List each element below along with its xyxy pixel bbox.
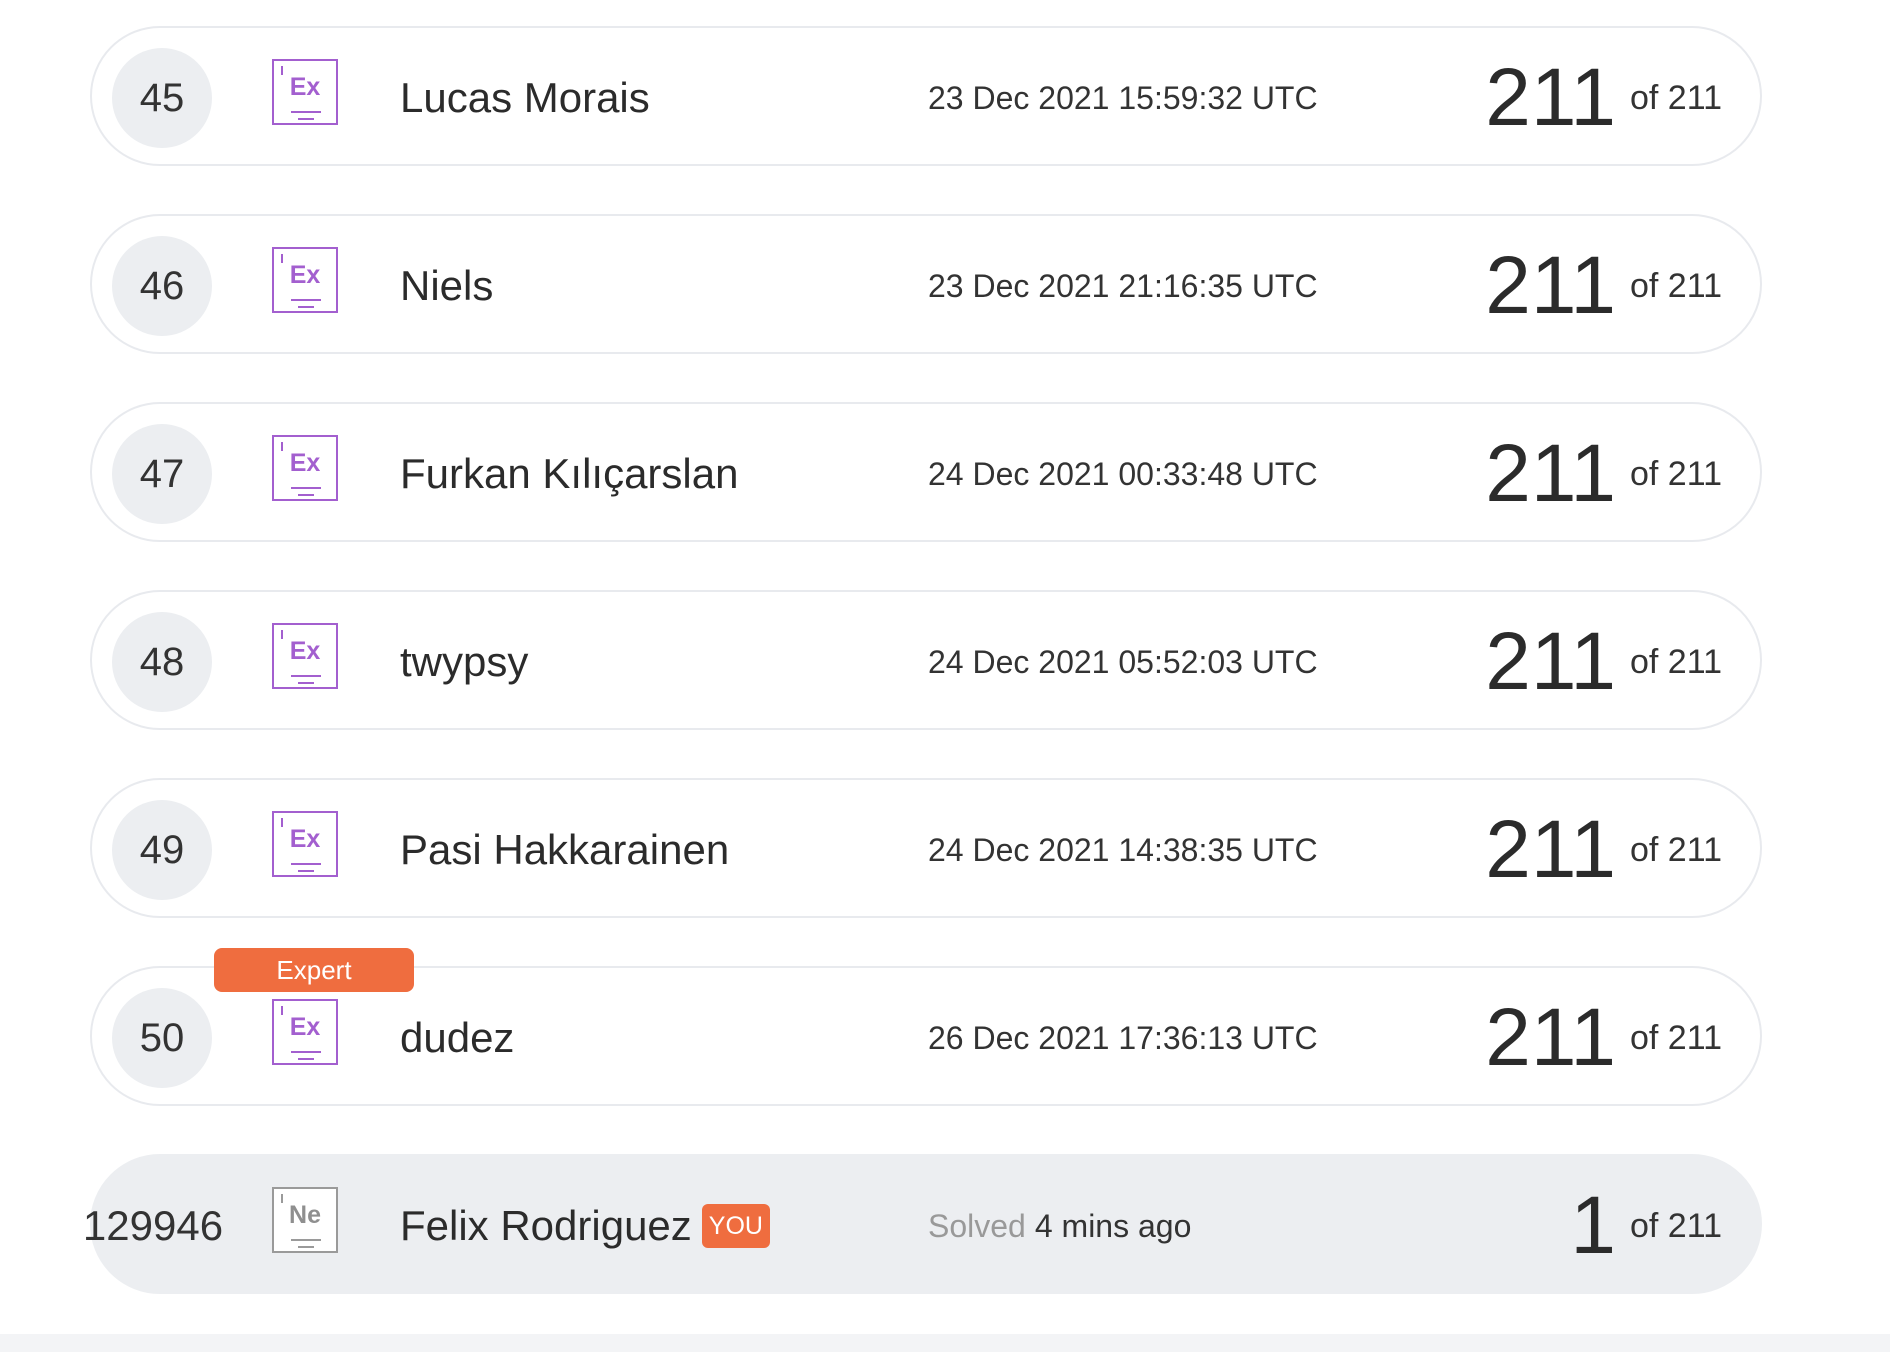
novice-level-icon: Ne <box>272 1187 338 1253</box>
leaderboard-row-48[interactable]: 48 Ex twypsy 24 Dec 2021 05:52:03 UTC 21… <box>90 590 1762 730</box>
score-value: 211 <box>1485 804 1616 895</box>
solved-timestamp: 23 Dec 2021 21:16:35 UTC <box>928 267 1318 304</box>
rank-badge: 50 <box>112 988 212 1088</box>
rank-badge: 47 <box>112 424 212 524</box>
user-name-link[interactable]: twypsy <box>400 636 528 688</box>
current-user-score: 1 of 211 <box>1570 1178 1722 1274</box>
score: 211 of 211 <box>1485 50 1722 146</box>
page-bottom-band <box>0 1334 1890 1352</box>
score: 211 of 211 <box>1485 426 1722 522</box>
level-abbreviation: Ex <box>289 825 321 853</box>
solved-timestamp: 26 Dec 2021 17:36:13 UTC <box>928 1019 1318 1056</box>
leaderboard-page: 45 Ex Lucas Morais 23 Dec 2021 15:59:32 … <box>0 0 1890 1352</box>
current-user-row[interactable]: 129946 Ne Felix Rodriguez YOU Solved 4 m… <box>82 1154 1762 1294</box>
level-icon-line <box>291 299 321 301</box>
score-value: 211 <box>1485 52 1616 143</box>
rank-badge: 48 <box>112 612 212 712</box>
user-name-link[interactable]: Niels <box>400 260 493 312</box>
score-total: of 211 <box>1629 642 1722 681</box>
solved-timestamp: 24 Dec 2021 00:33:48 UTC <box>928 455 1318 492</box>
score-total: of 211 <box>1629 266 1722 305</box>
leaderboard-row-49[interactable]: 49 Ex Pasi Hakkarainen 24 Dec 2021 14:38… <box>90 778 1762 918</box>
level-abbreviation: Ex <box>289 637 321 665</box>
level-icon-line-short <box>298 682 314 684</box>
level-abbreviation: Ex <box>289 1013 321 1041</box>
solved-status: Solved 4 mins ago <box>928 1204 1191 1248</box>
score-value: 211 <box>1485 992 1616 1083</box>
leaderboard-row-47[interactable]: 47 Ex Furkan Kılıçarslan 24 Dec 2021 00:… <box>90 402 1762 542</box>
score-value: 211 <box>1485 616 1616 707</box>
leaderboard-list: 45 Ex Lucas Morais 23 Dec 2021 15:59:32 … <box>82 26 1762 1342</box>
solved-timestamp: 24 Dec 2021 14:38:35 UTC <box>928 831 1318 868</box>
current-user-rank: 129946 <box>82 1202 224 1249</box>
level-abbreviation: Ex <box>289 73 321 101</box>
solved-timestamp: 24 Dec 2021 05:52:03 UTC <box>928 643 1318 680</box>
solved-timestamp: 23 Dec 2021 15:59:32 UTC <box>928 79 1318 116</box>
expert-level-icon: Ex <box>272 811 338 877</box>
level-icon-line <box>291 111 321 113</box>
solved-relative-time: 4 mins ago <box>1034 1207 1192 1244</box>
score-value: 211 <box>1485 240 1616 331</box>
score: 211 of 211 <box>1485 802 1722 898</box>
leaderboard-row-45[interactable]: 45 Ex Lucas Morais 23 Dec 2021 15:59:32 … <box>90 26 1762 166</box>
expert-level-tooltip: Expert <box>214 948 414 992</box>
level-icon-line <box>291 487 321 489</box>
level-abbreviation: Ex <box>289 261 321 289</box>
user-name-link[interactable]: Lucas Morais <box>400 72 650 124</box>
level-icon-line <box>291 1239 321 1241</box>
score: 211 of 211 <box>1485 614 1722 710</box>
level-abbreviation: Ex <box>289 449 321 477</box>
score-total: of 211 <box>1629 1206 1722 1245</box>
score: 211 of 211 <box>1485 990 1722 1086</box>
user-name-link[interactable]: Furkan Kılıçarslan <box>400 448 738 500</box>
level-abbreviation: Ne <box>289 1201 321 1229</box>
rank-badge: 46 <box>112 236 212 336</box>
expert-level-icon: Ex <box>272 435 338 501</box>
expert-level-icon: Ex <box>272 59 338 125</box>
rank-badge: 45 <box>112 48 212 148</box>
score-total: of 211 <box>1629 454 1722 493</box>
expert-level-icon[interactable]: Ex <box>272 999 338 1065</box>
user-name-link[interactable]: Pasi Hakkarainen <box>400 824 729 876</box>
leaderboard-row-50[interactable]: Expert 50 Ex dudez 26 Dec 2021 17:36:13 … <box>90 948 1762 1106</box>
score-total: of 211 <box>1629 1018 1722 1057</box>
current-user-name[interactable]: Felix Rodriguez YOU <box>400 1200 770 1252</box>
score-value: 1 <box>1570 1180 1616 1271</box>
level-icon-line-short <box>298 870 314 872</box>
expert-level-icon: Ex <box>272 247 338 313</box>
score-value: 211 <box>1485 428 1616 519</box>
level-icon-line-short <box>298 118 314 120</box>
level-icon-line <box>291 675 321 677</box>
score-total: of 211 <box>1629 830 1722 869</box>
current-user-name-text[interactable]: Felix Rodriguez <box>400 1202 692 1250</box>
level-icon-line <box>291 863 321 865</box>
you-badge: YOU <box>701 1204 770 1248</box>
expert-level-icon: Ex <box>272 623 338 689</box>
rank-badge: 49 <box>112 800 212 900</box>
level-icon-line-short <box>298 494 314 496</box>
score: 211 of 211 <box>1485 238 1722 334</box>
level-icon-line <box>291 1051 321 1053</box>
level-icon-line-short <box>298 1246 314 1248</box>
solved-label: Solved <box>928 1207 1026 1244</box>
level-icon-line-short <box>298 306 314 308</box>
user-name-link[interactable]: dudez <box>400 1012 514 1064</box>
level-icon-line-short <box>298 1058 314 1060</box>
leaderboard-row-46[interactable]: 46 Ex Niels 23 Dec 2021 21:16:35 UTC 211… <box>90 214 1762 354</box>
score-total: of 211 <box>1629 78 1722 117</box>
